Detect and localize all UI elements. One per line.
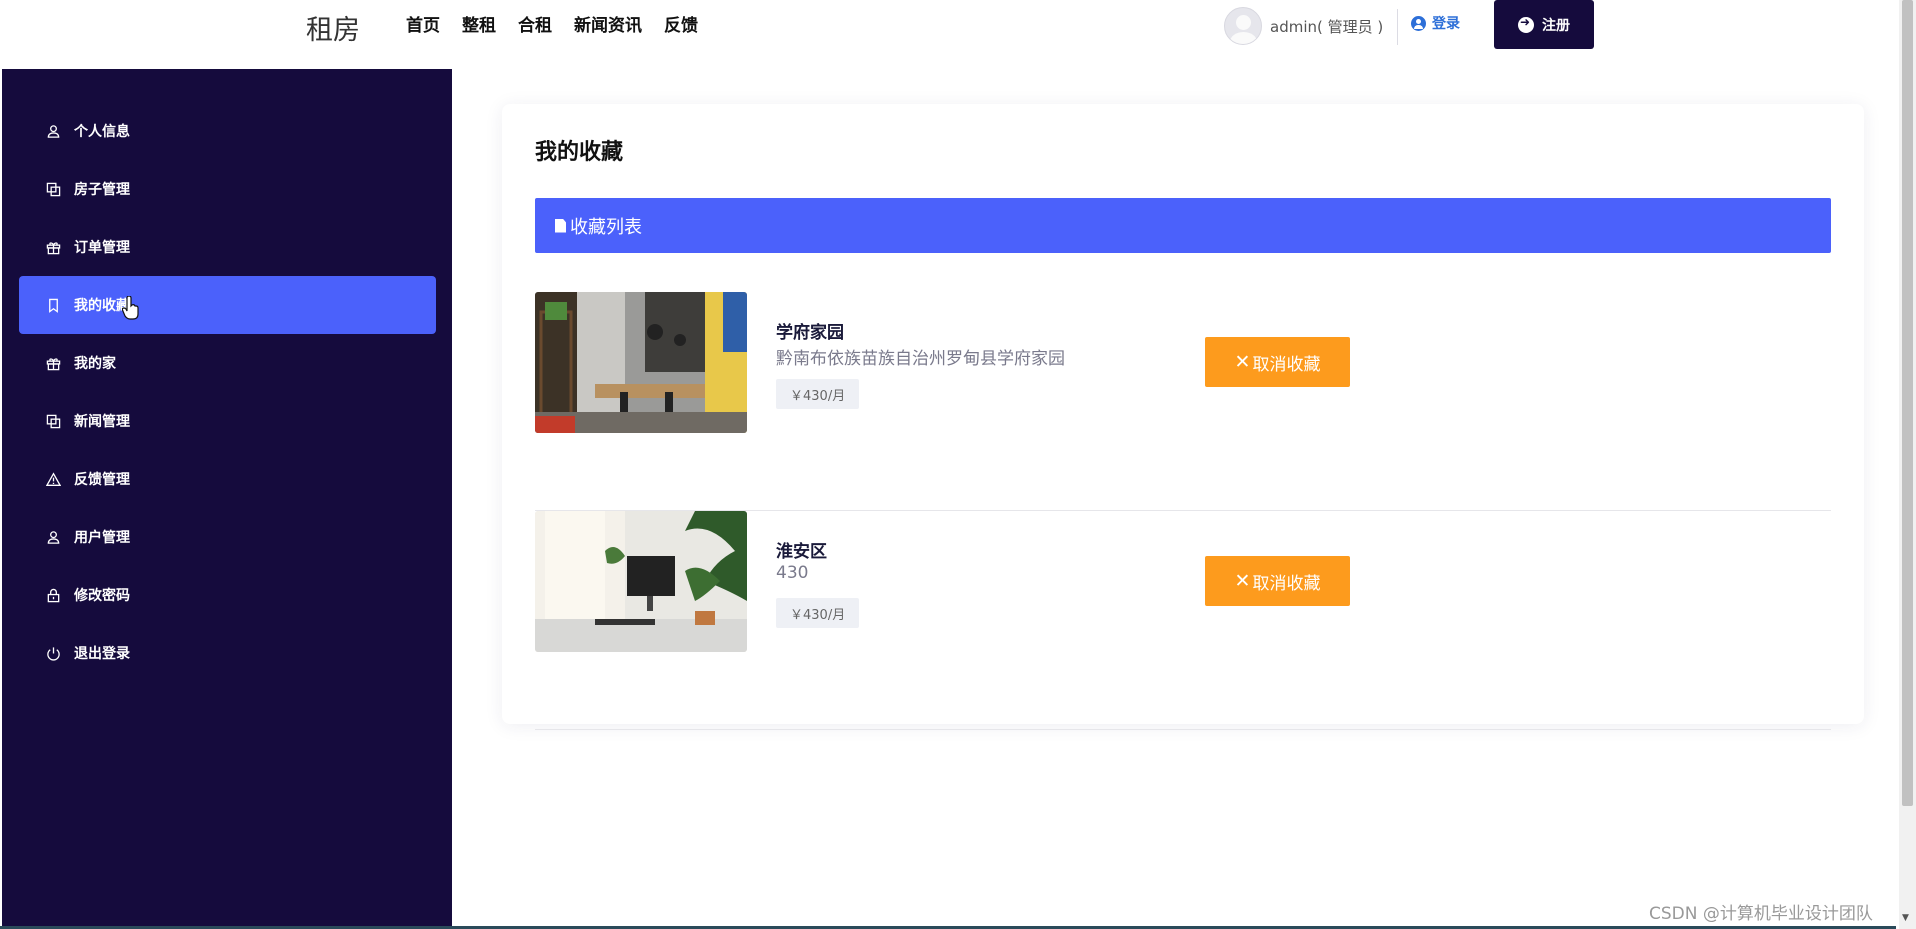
avatar[interactable] — [1224, 7, 1262, 45]
sidebar-item-order-management[interactable]: 订单管理 — [19, 218, 436, 276]
copy-icon — [45, 413, 61, 429]
nav-home[interactable]: 首页 — [406, 14, 440, 38]
sidebar-item-label: 退出登录 — [74, 646, 130, 662]
sidebar-item-news-management[interactable]: 新闻管理 — [19, 392, 436, 450]
lock-icon — [45, 587, 61, 603]
favorites-card: 我的收藏 收藏列表 学府家园 黔南布依族苗族自治州罗甸县学府家园 ￥430/月 … — [502, 104, 1864, 730]
header-divider — [1397, 9, 1398, 45]
sidebar-item-label: 新闻管理 — [74, 414, 130, 430]
cancel-favorite-button[interactable]: ✕ 取消收藏 — [1205, 337, 1350, 387]
user-circle-icon — [1411, 15, 1426, 31]
price-badge: ￥430/月 — [776, 379, 860, 409]
house-title[interactable]: 淮安区 — [776, 537, 827, 562]
sidebar-item-label: 订单管理 — [74, 240, 130, 256]
close-icon: ✕ — [1234, 570, 1251, 592]
scroll-down-icon[interactable]: ▼ — [1902, 913, 1909, 923]
register-button[interactable]: 注册 — [1494, 0, 1594, 49]
nav-shared-rent[interactable]: 合租 — [518, 14, 552, 38]
sidebar-item-label: 房子管理 — [74, 182, 130, 198]
sidebar-item-my-favorites[interactable]: 我的收藏 — [19, 276, 436, 334]
sidebar-item-feedback-management[interactable]: 反馈管理 — [19, 450, 436, 508]
scrollbar-thumb[interactable] — [1902, 0, 1913, 806]
list-item: 学府家园 黔南布依族苗族自治州罗甸县学府家园 ￥430/月 ✕ 取消收藏 — [535, 292, 1831, 511]
register-label: 注册 — [1542, 17, 1570, 34]
user-icon — [45, 123, 61, 139]
house-address: 黔南布依族苗族自治州罗甸县学府家园 — [776, 349, 1065, 369]
sidebar-item-house-management[interactable]: 房子管理 — [19, 160, 436, 218]
nav-whole-rent[interactable]: 整租 — [462, 14, 496, 38]
sidebar-item-user-management[interactable]: 用户管理 — [19, 508, 436, 566]
favorites-list-label: 收藏列表 — [570, 216, 642, 238]
cancel-favorite-label: 取消收藏 — [1252, 354, 1321, 375]
login-label: 登录 — [1432, 16, 1460, 32]
arrow-circle-right-icon — [1518, 15, 1534, 33]
cancel-favorite-label: 取消收藏 — [1252, 573, 1321, 594]
nav-feedback[interactable]: 反馈 — [664, 14, 698, 38]
house-address: 430 — [776, 563, 809, 583]
sidebar-item-label: 反馈管理 — [74, 472, 130, 488]
sidebar-item-profile[interactable]: 个人信息 — [19, 102, 436, 160]
sidebar-item-label: 个人信息 — [74, 124, 130, 140]
sidebar-item-label: 用户管理 — [74, 530, 130, 546]
sidebar-item-change-password[interactable]: 修改密码 — [19, 566, 436, 624]
house-title[interactable]: 学府家园 — [776, 318, 844, 343]
bookmark-icon — [45, 297, 61, 313]
cancel-favorite-button[interactable]: ✕ 取消收藏 — [1205, 556, 1350, 606]
page-title: 我的收藏 — [535, 140, 624, 165]
list-item: 淮安区 430 ￥430/月 ✕ 取消收藏 — [535, 511, 1831, 730]
user-icon — [45, 529, 61, 545]
nav-news[interactable]: 新闻资讯 — [574, 14, 642, 38]
close-icon: ✕ — [1234, 351, 1251, 373]
sidebar: 个人信息 房子管理 订单管理 我的收藏 我的家 新闻管理 反馈管理 用户管理 修… — [2, 69, 452, 929]
site-logo[interactable]: 租房 — [306, 8, 360, 47]
login-link[interactable]: 登录 — [1411, 13, 1460, 33]
sidebar-item-label: 我的家 — [74, 356, 116, 372]
gift-icon — [45, 355, 61, 371]
hand-cursor-icon — [122, 296, 139, 320]
favorites-list-header: 收藏列表 — [535, 198, 1831, 253]
watermark: CSDN @计算机毕业设计团队 — [1649, 904, 1873, 924]
top-header: 租房 首页 整租 合租 新闻资讯 反馈 admin( 管理员 ) 登录 注册 — [0, 0, 1896, 69]
user-name: admin( 管理员 ) — [1270, 17, 1384, 36]
sidebar-item-my-home[interactable]: 我的家 — [19, 334, 436, 392]
house-thumbnail[interactable] — [535, 511, 747, 652]
user-menu[interactable]: admin( 管理员 ) — [1224, 7, 1383, 45]
power-icon — [45, 645, 61, 661]
house-thumbnail[interactable] — [535, 292, 747, 433]
price-badge: ￥430/月 — [776, 598, 860, 628]
file-icon — [555, 218, 566, 233]
gift-icon — [45, 239, 61, 255]
copy-icon — [45, 181, 61, 197]
sidebar-menu: 个人信息 房子管理 订单管理 我的收藏 我的家 新闻管理 反馈管理 用户管理 修… — [19, 102, 436, 682]
warning-icon — [45, 471, 61, 487]
main-nav: 首页 整租 合租 新闻资讯 反馈 — [406, 14, 698, 38]
sidebar-item-label: 修改密码 — [74, 588, 130, 604]
sidebar-item-logout[interactable]: 退出登录 — [19, 624, 436, 682]
